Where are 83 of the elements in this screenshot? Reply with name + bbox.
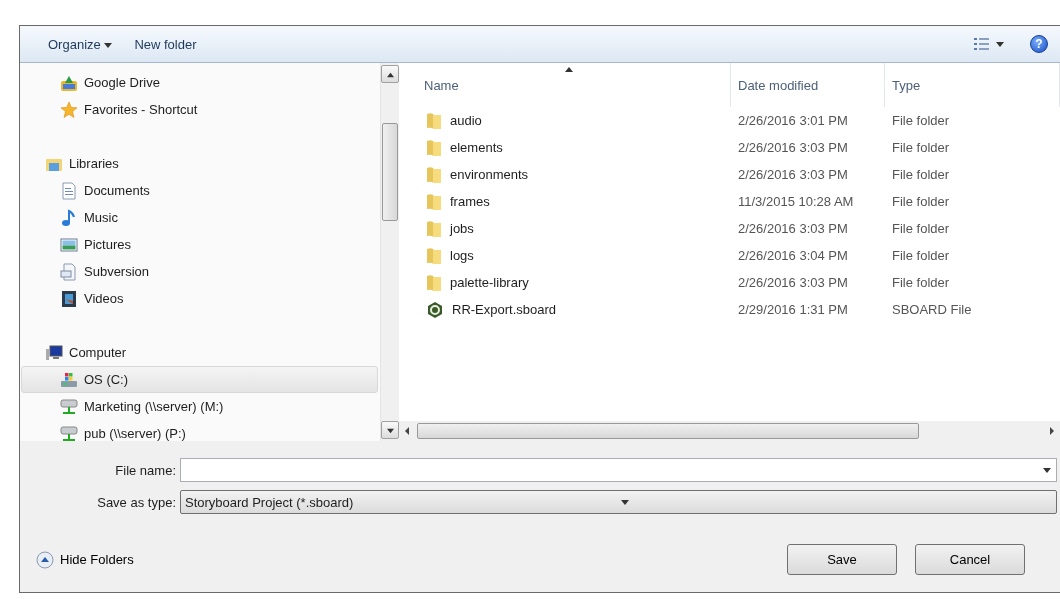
type-cell-text: File folder [891, 221, 951, 236]
nav-group-header[interactable]: Computer [20, 339, 380, 366]
folder-icon [426, 192, 442, 211]
computer-icon [45, 343, 63, 362]
up-arrow-icon [386, 70, 394, 78]
scroll-thumb[interactable] [382, 123, 398, 221]
date-cell-text: 2/26/2016 3:04 PM [737, 248, 849, 263]
scroll-thumb[interactable] [417, 423, 919, 439]
scroll-right-icon[interactable] [1048, 427, 1056, 435]
type-cell-text: File folder [891, 113, 951, 128]
nav-item[interactable]: OS (C:) [21, 366, 378, 393]
scroll-down-button[interactable] [381, 421, 399, 439]
date-cell-text: 2/26/2016 3:01 PM [737, 113, 849, 128]
date-cell-text: 2/26/2016 3:03 PM [737, 275, 849, 290]
file-name[interactable]: palette-library [399, 273, 731, 292]
save-as-type-dropdown[interactable]: Storyboard Project (*.sboard) [180, 490, 1057, 514]
save-button[interactable]: Save [787, 544, 897, 575]
type-cell-text: File folder [891, 194, 951, 209]
collapse-icon [36, 550, 54, 569]
nav-item[interactable]: Subversion [21, 258, 378, 285]
down-arrow-icon [386, 426, 394, 434]
save-as-type-label: Save as type: [96, 494, 177, 510]
column-header[interactable]: Date modified [731, 63, 885, 107]
horizontal-scrollbar[interactable] [399, 421, 1060, 441]
folder-icon [426, 111, 442, 130]
file-name[interactable]: jobs [399, 219, 731, 238]
vertical-scrollbar[interactable] [380, 63, 399, 441]
type-cell-text: File folder [891, 275, 951, 290]
file-name[interactable]: frames [399, 192, 731, 211]
file-name[interactable]: elements [399, 138, 731, 157]
drive-icon [60, 370, 78, 389]
nav-item[interactable]: Documents [21, 177, 378, 204]
nav-item[interactable]: pub (\\server) (P:) [21, 420, 378, 447]
column-header[interactable]: Name [399, 63, 731, 107]
scroll-up-button[interactable] [381, 65, 399, 83]
nav-item[interactable]: Videos [21, 285, 378, 312]
file-name[interactable]: environments [399, 165, 731, 184]
sort-caret-icon [564, 65, 573, 73]
date-cell-text: 2/26/2016 3:03 PM [737, 140, 849, 155]
film-icon [60, 289, 78, 308]
type-cell-text: File folder [891, 167, 951, 182]
network-drive-icon [60, 397, 78, 416]
file-name[interactable]: audio [399, 111, 731, 130]
type-cell-text: File folder [891, 140, 951, 155]
dropdown-arrow-icon[interactable] [1043, 466, 1051, 474]
folder-icon [426, 273, 442, 292]
type-cell-text: SBOARD File [891, 302, 973, 317]
network-drive-icon [60, 424, 78, 443]
date-cell-text: 2/29/2016 1:31 PM [737, 302, 849, 317]
nav-group-header[interactable]: Libraries [20, 150, 380, 177]
document-icon [60, 262, 78, 281]
folder-icon [426, 165, 442, 184]
cancel-button[interactable]: Cancel [915, 544, 1025, 575]
date-cell-text: 11/3/2015 10:28 AM [737, 194, 855, 209]
nav-item[interactable]: Favorites - Shortcut [21, 96, 378, 123]
hide-folders-button[interactable]: Hide Folders [36, 550, 134, 569]
date-cell-text: 2/26/2016 3:03 PM [737, 221, 849, 236]
type-cell-text: File folder [891, 248, 951, 263]
document-icon [60, 181, 78, 200]
folder-icon [426, 138, 442, 157]
file-name-label: File name: [114, 462, 177, 478]
column-header[interactable]: Type [885, 63, 1060, 107]
folder-icon [426, 219, 442, 238]
nav-item[interactable]: Pictures [21, 231, 378, 258]
nav-item[interactable]: Marketing (\\server) (M:) [21, 393, 378, 420]
organize-menu[interactable]: Organize [42, 32, 119, 56]
view-icon[interactable] [974, 38, 990, 50]
date-cell-text: 2/26/2016 3:03 PM [737, 167, 849, 182]
nav-item[interactable]: Google Drive [21, 69, 378, 96]
file-name[interactable]: logs [399, 246, 731, 265]
caret-icon[interactable] [996, 40, 1004, 48]
picture-icon [60, 235, 78, 254]
star-icon [60, 100, 78, 119]
file-icon [426, 300, 444, 319]
new-folder-button[interactable]: New folder [128, 32, 203, 56]
folder-icon [426, 246, 442, 265]
scroll-left-icon[interactable] [403, 427, 411, 435]
file-name[interactable]: RR-Export.sboard [399, 300, 731, 319]
file-name-field[interactable] [180, 458, 1057, 482]
music-note-icon [60, 208, 78, 227]
nav-item[interactable]: Music [21, 204, 378, 231]
dropdown-arrow-icon[interactable] [620, 498, 629, 506]
caret-icon [104, 41, 113, 50]
